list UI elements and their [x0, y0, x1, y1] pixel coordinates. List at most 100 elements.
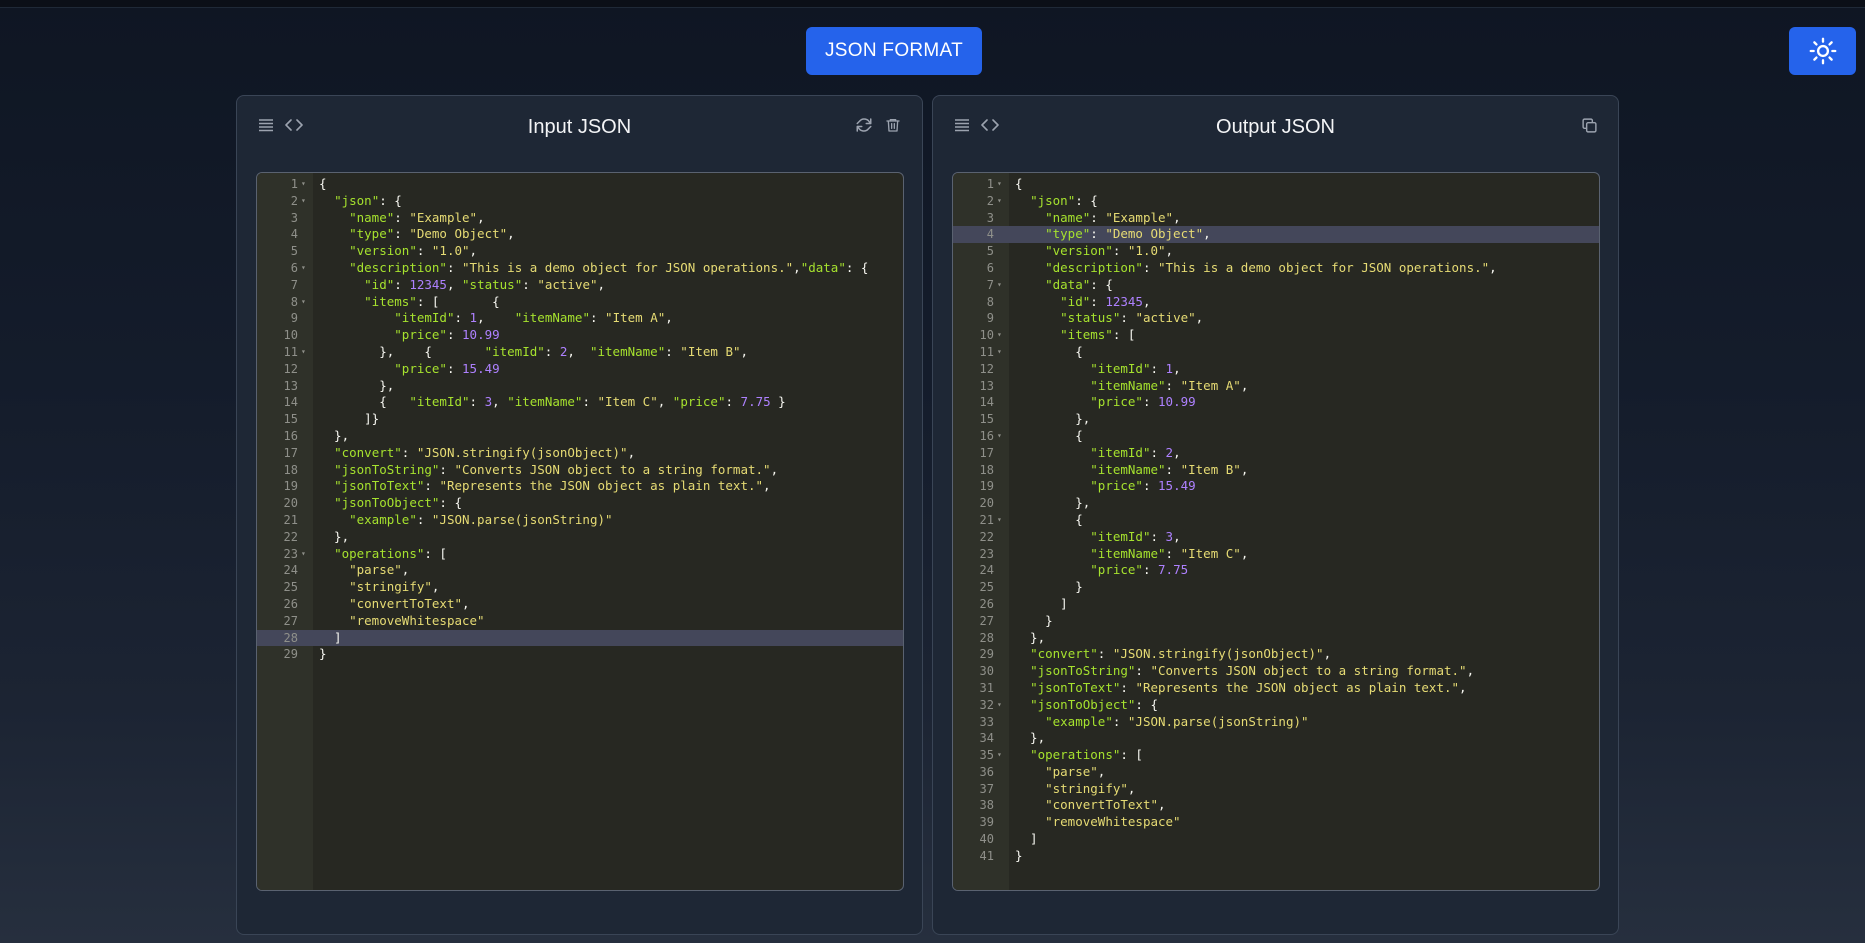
code-line[interactable]: 26 ] — [953, 596, 1599, 613]
code-text: "jsonToString": "Converts JSON object to… — [334, 461, 779, 477]
code-line[interactable]: 11 ▾ }, { "itemId": 2, "itemName": "Item … — [257, 344, 903, 361]
code-line[interactable]: 15 ]} — [257, 411, 903, 428]
code-line[interactable]: 35 ▾ "operations": [ — [953, 747, 1599, 764]
code-line[interactable]: 11 ▾ { — [953, 344, 1599, 361]
code-line[interactable]: 18 "jsonToString": "Converts JSON object… — [257, 462, 903, 479]
code-line[interactable]: 19 "price": 15.49 — [953, 478, 1599, 495]
fold-arrow-icon[interactable]: ▾ — [301, 193, 306, 210]
code-line[interactable]: 21 ▾ { — [953, 512, 1599, 529]
json-format-button[interactable]: JSON FORMAT — [806, 27, 982, 75]
code-line[interactable]: 25 "stringify", — [257, 579, 903, 596]
code-line[interactable]: 12 "price": 15.49 — [257, 361, 903, 378]
fold-arrow-icon[interactable]: ▾ — [301, 260, 306, 277]
code-line[interactable]: 29} — [257, 646, 903, 663]
code-line[interactable]: 37 "stringify", — [953, 781, 1599, 798]
fold-arrow-icon[interactable]: ▾ — [997, 512, 1002, 529]
code-line[interactable]: 10 "price": 10.99 — [257, 327, 903, 344]
code-line[interactable]: 25 } — [953, 579, 1599, 596]
code-line[interactable]: 14 { "itemId": 3, "itemName": "Item C", … — [257, 394, 903, 411]
input-code-editor[interactable]: 1 ▾{2 ▾ "json": {3 "name": "Example", 4 "ty… — [256, 172, 904, 891]
code-line[interactable]: 41} — [953, 848, 1599, 865]
code-line[interactable]: 9 "itemId": 1, "itemName": "Item A", — [257, 310, 903, 327]
fold-arrow-icon[interactable]: ▾ — [301, 176, 306, 193]
code-text: } — [1015, 579, 1083, 595]
code-text: "parse", — [349, 562, 410, 578]
code-line[interactable]: 5 "version": "1.0", — [953, 243, 1599, 260]
fold-arrow-icon[interactable]: ▾ — [301, 546, 306, 563]
theme-toggle-button[interactable] — [1789, 27, 1856, 75]
code-line[interactable]: 32 ▾ "jsonToObject": { — [953, 697, 1599, 714]
output-code-editor[interactable]: 1 ▾{2 ▾ "json": {3 "name": "Example", 4 "ty… — [952, 172, 1600, 891]
code-line[interactable]: 3 "name": "Example", — [953, 210, 1599, 227]
fold-arrow-icon[interactable]: ▾ — [997, 193, 1002, 210]
code-line[interactable]: 24 "price": 7.75 — [953, 562, 1599, 579]
code-line[interactable]: 16 ▾ { — [953, 428, 1599, 445]
copy-icon[interactable] — [1578, 114, 1600, 136]
code-line[interactable]: 7 "id": 12345, "status": "active", — [257, 277, 903, 294]
code-line[interactable]: 8 ▾ "items": [ { — [257, 294, 903, 311]
code-line[interactable]: 38 "convertToText", — [953, 797, 1599, 814]
code-line[interactable]: 30 "jsonToString": "Converts JSON object… — [953, 663, 1599, 680]
code-text: "itemName": "Item B", — [1090, 461, 1249, 477]
code-line[interactable]: 26 "convertToText", — [257, 596, 903, 613]
code-line[interactable]: 22 }, — [257, 529, 903, 546]
code-text: "jsonToText": "Represents the JSON objec… — [334, 478, 771, 494]
code-line[interactable]: 13 "itemName": "Item A", — [953, 378, 1599, 395]
code-line[interactable]: 29 "convert": "JSON.stringify(jsonObject… — [953, 646, 1599, 663]
refresh-icon[interactable] — [853, 114, 875, 136]
trash-icon[interactable] — [882, 114, 904, 136]
code-text: "id": 12345, — [1060, 293, 1151, 309]
code-line[interactable]: 36 "parse", — [953, 764, 1599, 781]
code-line[interactable]: 15 }, — [953, 411, 1599, 428]
code-line[interactable]: 31 "jsonToText": "Represents the JSON ob… — [953, 680, 1599, 697]
code-line[interactable]: 23 ▾ "operations": [ — [257, 546, 903, 563]
code-line[interactable]: 39 "removeWhitespace" — [953, 814, 1599, 831]
code-line[interactable]: 17 "itemId": 2, — [953, 445, 1599, 462]
code-line[interactable]: 9 "status": "active", — [953, 310, 1599, 327]
fold-arrow-icon[interactable]: ▾ — [997, 697, 1002, 714]
code-line[interactable]: 28 ] — [257, 629, 903, 647]
code-line[interactable]: 2 ▾ "json": { — [953, 193, 1599, 210]
code-line[interactable]: 13 }, — [257, 378, 903, 395]
code-line[interactable]: 34 }, — [953, 730, 1599, 747]
fold-arrow-icon[interactable]: ▾ — [997, 327, 1002, 344]
fold-arrow-icon[interactable]: ▾ — [301, 344, 306, 361]
code-line[interactable]: 28 }, — [953, 630, 1599, 647]
code-line[interactable]: 1 ▾ { — [953, 176, 1599, 193]
code-line[interactable]: 12 "itemId": 1, — [953, 361, 1599, 378]
code-line[interactable]: 6 ▾ "description": "This is a demo object… — [257, 260, 903, 277]
code-line[interactable]: 10 ▾ "items": [ — [953, 327, 1599, 344]
code-line[interactable]: 2 ▾ "json": { — [257, 193, 903, 210]
code-line[interactable]: 4 "type": "Demo Object", — [257, 226, 903, 243]
code-line[interactable]: 20 "jsonToObject": { — [257, 495, 903, 512]
code-line[interactable]: 3 "name": "Example", — [257, 210, 903, 227]
code-line[interactable]: 21 "example": "JSON.parse(jsonString)" — [257, 512, 903, 529]
code-line[interactable]: 22 "itemId": 3, — [953, 529, 1599, 546]
code-line[interactable]: 1 ▾ { — [257, 176, 903, 193]
code-line[interactable]: 7 ▾ "data": { — [953, 277, 1599, 294]
code-line[interactable]: 6 "description": "This is a demo object … — [953, 260, 1599, 277]
fold-arrow-icon[interactable]: ▾ — [997, 428, 1002, 445]
code-line[interactable]: 16 }, — [257, 428, 903, 445]
fold-arrow-icon[interactable]: ▾ — [301, 294, 306, 311]
code-line[interactable]: 14 "price": 10.99 — [953, 394, 1599, 411]
fold-arrow-icon[interactable]: ▾ — [997, 277, 1002, 294]
line-number: 18 — [979, 462, 994, 477]
code-line[interactable]: 5 "version": "1.0", — [257, 243, 903, 260]
code-line[interactable]: 27 } — [953, 613, 1599, 630]
code-line[interactable]: 19 "jsonToText": "Represents the JSON ob… — [257, 478, 903, 495]
line-number: 31 — [979, 680, 994, 695]
code-line[interactable]: 20 }, — [953, 495, 1599, 512]
code-line[interactable]: 40 ] — [953, 831, 1599, 848]
fold-arrow-icon[interactable]: ▾ — [997, 176, 1002, 193]
code-line[interactable]: 27 "removeWhitespace" — [257, 613, 903, 630]
fold-arrow-icon[interactable]: ▾ — [997, 747, 1002, 764]
code-line[interactable]: 8 "id": 12345, — [953, 294, 1599, 311]
code-line[interactable]: 17 "convert": "JSON.stringify(jsonObject… — [257, 445, 903, 462]
code-line[interactable]: 18 "itemName": "Item B", — [953, 462, 1599, 479]
code-line[interactable]: 33 "example": "JSON.parse(jsonString)" — [953, 714, 1599, 731]
code-line[interactable]: 4 "type": "Demo Object", — [953, 226, 1599, 244]
code-line[interactable]: 23 "itemName": "Item C", — [953, 546, 1599, 563]
code-line[interactable]: 24 "parse", — [257, 562, 903, 579]
fold-arrow-icon[interactable]: ▾ — [997, 344, 1002, 361]
